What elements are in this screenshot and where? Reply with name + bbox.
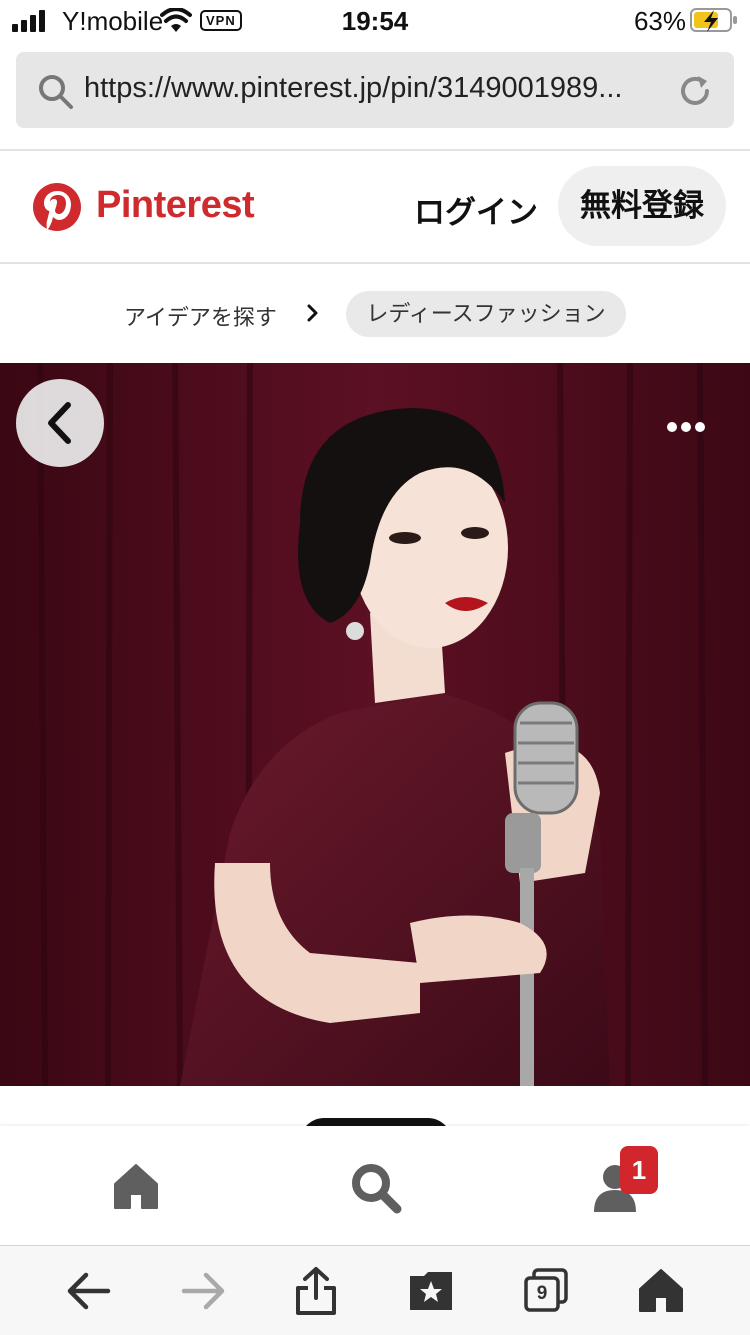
reload-icon[interactable] bbox=[676, 72, 714, 110]
status-bar: Y!mobile VPN 19:54 63% bbox=[0, 0, 750, 44]
browser-toolbar: 9 bbox=[0, 1245, 750, 1335]
divider bbox=[0, 149, 750, 151]
browser-back-icon[interactable] bbox=[66, 1270, 112, 1312]
share-icon[interactable] bbox=[294, 1266, 338, 1316]
brand-name[interactable]: Pinterest bbox=[96, 184, 255, 227]
login-button[interactable]: ログイン bbox=[414, 187, 538, 232]
back-button[interactable] bbox=[16, 379, 104, 467]
search-icon bbox=[39, 75, 73, 109]
tab-count: 9 bbox=[536, 1283, 548, 1304]
breadcrumb-category-chip[interactable]: レディースファッション bbox=[346, 291, 626, 337]
notification-badge: 1 bbox=[620, 1146, 658, 1194]
home-icon[interactable] bbox=[638, 1268, 684, 1312]
tabs-button[interactable]: 9 bbox=[524, 1268, 568, 1312]
browser-forward-icon[interactable] bbox=[180, 1270, 226, 1312]
address-bar[interactable]: https://www.pinterest.jp/pin/3149001989.… bbox=[16, 52, 734, 128]
signup-button[interactable]: 無料登録 bbox=[558, 166, 726, 246]
battery-icon bbox=[690, 8, 737, 32]
home-icon[interactable] bbox=[112, 1162, 160, 1210]
bookmarks-icon[interactable] bbox=[408, 1270, 454, 1312]
pinterest-logo-icon[interactable] bbox=[32, 182, 82, 232]
pin-image[interactable] bbox=[0, 363, 750, 1086]
breadcrumb-explore-link[interactable]: アイデアを探す bbox=[124, 300, 277, 332]
battery-percent: 63% bbox=[633, 6, 686, 36]
search-icon[interactable] bbox=[350, 1162, 402, 1214]
chevron-right-icon bbox=[307, 304, 318, 322]
pin-photo bbox=[0, 363, 750, 1086]
chevron-left-icon bbox=[48, 402, 71, 444]
url-text[interactable]: https://www.pinterest.jp/pin/3149001989.… bbox=[84, 72, 674, 105]
more-horizontal-icon[interactable] bbox=[660, 415, 712, 439]
divider bbox=[0, 262, 750, 264]
